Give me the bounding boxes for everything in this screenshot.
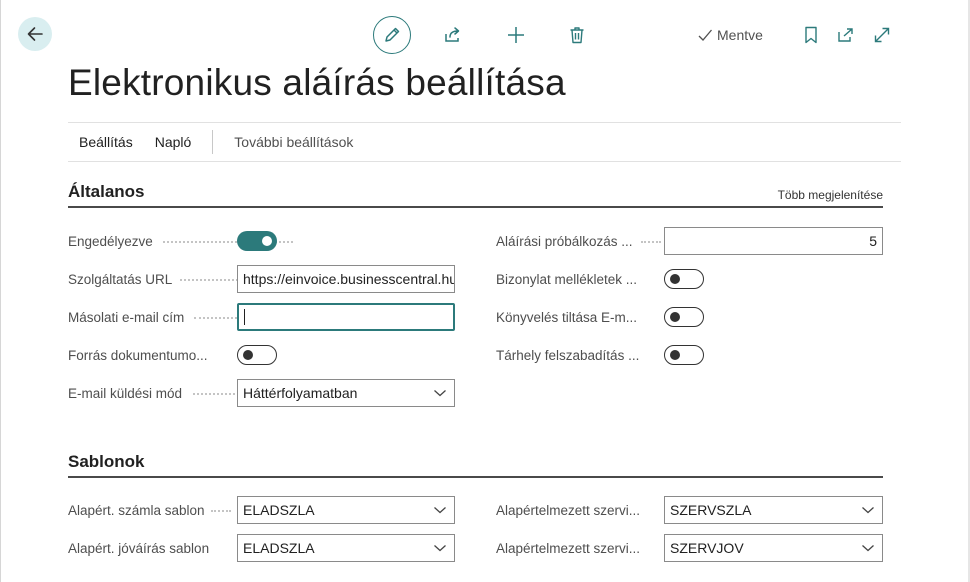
service-invoice-template-select[interactable]: SZERVSZLA: [664, 496, 883, 524]
field-document-attachments: Bizonylat mellékletek ...: [496, 266, 886, 292]
field-label: Alapértelmezett szervi...: [496, 502, 641, 518]
edit-button[interactable]: [373, 16, 411, 54]
document-attachments-toggle[interactable]: [664, 269, 704, 289]
saved-status: Mentve: [697, 16, 767, 54]
chevron-down-icon: [434, 507, 446, 514]
field-service-url: Szolgáltatás URL https://einvoice.busine…: [68, 265, 458, 293]
share-button[interactable]: [441, 16, 465, 54]
field-invoice-template: Alapért. számla sablon ELADSZLA: [68, 496, 458, 524]
source-document-toggle[interactable]: [237, 345, 277, 365]
field-label: E-mail küldési mód: [68, 385, 183, 401]
action-setup[interactable]: Beállítás: [68, 134, 144, 150]
field-service-credit-template: Alapértelmezett szervi... SZERVJOV: [496, 534, 886, 562]
service-url-input[interactable]: https://einvoice.businesscentral.hu: [237, 265, 455, 293]
chevron-down-icon: [434, 390, 446, 397]
select-value: SZERVSZLA: [670, 502, 752, 518]
sign-attempts-input[interactable]: 5: [664, 227, 883, 255]
email-mode-select[interactable]: Háttérfolyamatban: [237, 379, 455, 407]
page-title: Elektronikus aláírás beállítása: [68, 62, 566, 103]
field-label: Másolati e-mail cím: [68, 309, 185, 325]
select-value: ELADSZLA: [243, 502, 315, 518]
show-more-link[interactable]: Több megjelenítése: [778, 188, 883, 202]
trash-icon: [570, 27, 584, 44]
page-toolbar: Mentve: [0, 16, 970, 54]
field-email-mode: E-mail küldési mód Háttérfolyamatban: [68, 379, 458, 407]
action-bar: Beállítás Napló További beállítások: [68, 122, 901, 162]
chevron-down-icon: [862, 507, 874, 514]
field-label: Alapért. jóváírás sablon: [68, 540, 210, 556]
label-leader: [641, 241, 661, 243]
delete-button[interactable]: [565, 16, 589, 54]
field-label: Bizonylat mellékletek ...: [496, 271, 638, 287]
chevron-down-icon: [434, 545, 446, 552]
credit-template-select[interactable]: ELADSZLA: [237, 534, 455, 562]
pencil-icon: [385, 27, 400, 42]
select-value: Háttérfolyamatban: [243, 385, 358, 401]
select-value: SZERVJOV: [670, 540, 744, 556]
text-caret: [244, 309, 245, 325]
field-free-storage: Tárhely felszabadítás ...: [496, 342, 886, 368]
bookmark-icon: [805, 26, 817, 44]
field-enabled: Engedélyezve: [68, 228, 458, 254]
service-credit-template-select[interactable]: SZERVJOV: [664, 534, 883, 562]
enabled-toggle[interactable]: [237, 231, 277, 251]
action-log[interactable]: Napló: [144, 134, 203, 150]
saved-label: Mentve: [717, 27, 763, 43]
field-sign-attempts: Aláírási próbálkozás ... 5: [496, 227, 886, 255]
free-storage-toggle[interactable]: [664, 345, 704, 365]
action-separator: [212, 130, 214, 154]
field-service-invoice-template: Alapértelmezett szervi... SZERVSZLA: [496, 496, 886, 524]
block-posting-toggle[interactable]: [664, 307, 704, 327]
plus-icon: [508, 27, 524, 43]
select-value: ELADSZLA: [243, 540, 315, 556]
field-label: Tárhely felszabadítás ...: [496, 347, 640, 363]
templates-section-header[interactable]: Sablonok: [68, 452, 883, 478]
field-label: Forrás dokumentumo...: [68, 347, 208, 363]
chevron-down-icon: [862, 545, 874, 552]
bookmark-button[interactable]: [800, 16, 822, 54]
expand-button[interactable]: [871, 16, 893, 54]
label-leader: [211, 510, 231, 512]
general-section-header[interactable]: Általanos Több megjelenítése: [68, 182, 883, 208]
copy-email-input[interactable]: [237, 303, 455, 331]
field-copy-email: Másolati e-mail cím: [68, 303, 458, 331]
field-label: Alapért. számla sablon: [68, 502, 205, 518]
action-more-options[interactable]: További beállítások: [223, 134, 364, 150]
field-label: Aláírási próbálkozás ...: [496, 233, 633, 249]
share-icon: [445, 27, 460, 42]
field-block-posting: Könyvelés tiltása E-m...: [496, 304, 886, 330]
window-left-edge: [0, 0, 1, 582]
templates-section-title: Sablonok: [68, 452, 145, 471]
field-source-document: Forrás dokumentumo...: [68, 342, 458, 368]
field-label: Könyvelés tiltása E-m...: [496, 309, 638, 325]
field-label: Engedélyezve: [68, 233, 153, 249]
new-button[interactable]: [504, 16, 528, 54]
open-in-new-window-button[interactable]: [835, 16, 857, 54]
field-label: Szolgáltatás URL: [68, 271, 173, 287]
general-section-title: Általanos: [68, 182, 145, 201]
field-credit-template: Alapért. jóváírás sablon ELADSZLA: [68, 534, 458, 562]
invoice-template-select[interactable]: ELADSZLA: [237, 496, 455, 524]
check-icon: [698, 29, 712, 41]
field-label: Alapértelmezett szervi...: [496, 540, 641, 556]
open-in-new-window-icon: [838, 28, 853, 42]
expand-icon: [874, 27, 890, 43]
